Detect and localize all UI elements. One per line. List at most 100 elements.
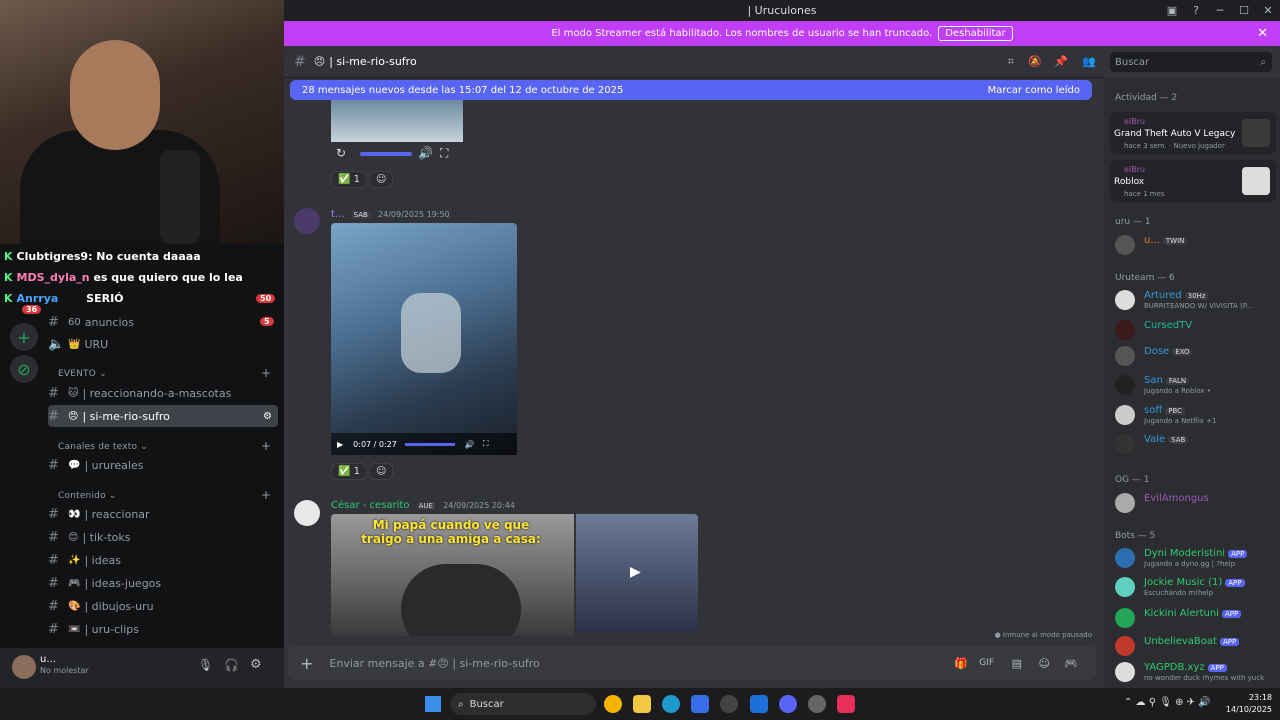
headphones-icon[interactable]: 🎧 (224, 658, 239, 672)
channel-ideas[interactable]: # ✨ | ideas (48, 549, 278, 571)
taskbar-search[interactable]: ⌕ Buscar (450, 693, 596, 715)
member-item[interactable]: Jockie Music (1) APP Escuchando m!help (1115, 575, 1275, 599)
channel-ideas-juegos[interactable]: # 🎮 | ideas-juegos (48, 572, 278, 594)
disable-streamer-button[interactable]: Deshabilitar (938, 26, 1013, 41)
channel-reaccionando-a-mascotas[interactable]: # 🐱 | reaccionando-a-mascotas (48, 382, 278, 404)
channel-reaccionar[interactable]: # 👀 | reaccionar (48, 503, 278, 525)
store-icon[interactable] (691, 695, 709, 713)
volume-slider[interactable] (360, 152, 412, 156)
file-explorer-icon[interactable] (633, 695, 651, 713)
close-window-button[interactable]: ✕ (1256, 4, 1280, 17)
discord-icon[interactable] (779, 695, 797, 713)
explore-icon[interactable]: ⊘ (10, 355, 38, 383)
fullscreen-icon[interactable]: ⛶ (483, 439, 489, 449)
windows-start-icon[interactable] (425, 696, 441, 712)
channel-tik-toks[interactable]: # 😊 | tik-toks (48, 526, 278, 548)
message-composer[interactable]: + Enviar mensaje a #😠 | si-me-rio-sufro … (288, 646, 1096, 680)
member-item[interactable]: EvilAmongus (1115, 491, 1275, 515)
fullscreen-icon[interactable]: ⛶ (440, 146, 448, 161)
mic-icon[interactable]: 🎙 (198, 658, 213, 672)
member-item[interactable]: Artured 30Hz BURRITEANDO W/ VIVISITA (P... (1115, 288, 1275, 312)
help-icon[interactable]: ? (1184, 4, 1208, 17)
tray-icons[interactable]: ⌃ ☁ ⚲ 🎙 ⊕ ✈ 🔊 (1124, 697, 1211, 708)
threads-icon[interactable]: ⌗ (1008, 55, 1014, 69)
mark-read-button[interactable]: Marcar como leído (988, 85, 1080, 96)
channel-si-me-rio-sufro[interactable]: # 😠 | si-me-rio-sufro ⚙ (48, 405, 278, 427)
channel-anuncios[interactable]: # 60 anuncios (48, 311, 278, 333)
streamer-mode-banner: El modo Streamer está habilitado. Los no… (284, 21, 1280, 46)
apps-icon[interactable]: 🎮 (1064, 657, 1078, 670)
close-icon[interactable]: ✕ (1257, 26, 1268, 41)
game-icon (1242, 119, 1270, 147)
member-item[interactable]: u... TWIN (1115, 233, 1275, 257)
speaker-icon: 🔈 (48, 336, 65, 352)
volume-icon[interactable]: 🔊 (418, 146, 433, 160)
add-channel-icon[interactable]: + (261, 439, 271, 453)
play-icon[interactable]: ▶ (337, 440, 343, 449)
pin-icon[interactable]: 📌 (1054, 55, 1068, 68)
maximize-button[interactable]: ☐ (1232, 4, 1256, 17)
channel-uru-voice[interactable]: 🔈 👑 URU (48, 333, 278, 355)
new-messages-bar[interactable]: 28 mensajes nuevos desde las 15:07 del 1… (290, 80, 1092, 100)
add-attachment-icon[interactable]: + (300, 654, 313, 673)
avatar[interactable] (294, 208, 320, 234)
video-thumbnail[interactable]: ▶ (576, 514, 698, 632)
mute-icon[interactable]: 🔕 (1028, 55, 1042, 68)
avatar[interactable] (12, 655, 36, 679)
tiktok-icon[interactable] (837, 695, 855, 713)
avatar[interactable] (294, 500, 320, 526)
member-item[interactable]: Dose EXO (1115, 344, 1275, 368)
category-contenido[interactable]: Contenido ⌄ (58, 491, 117, 501)
video-player[interactable]: ▶ 0:07 / 0:27 🔊 ⛶ (331, 223, 517, 455)
member-item[interactable]: San FALN Jugando a Roblox • (1115, 373, 1275, 397)
sticker-icon[interactable]: ▤ (1012, 657, 1022, 670)
gear-icon[interactable]: ⚙ (263, 411, 272, 422)
settings-gear-icon[interactable]: ⚙ (250, 657, 262, 672)
replay-icon[interactable]: ↻ (336, 146, 346, 160)
obs-icon[interactable] (808, 695, 826, 713)
gif-icon[interactable]: GIF (979, 658, 994, 668)
activity-card[interactable]: elBru Grand Theft Auto V Legacy hace 3 s… (1110, 112, 1276, 154)
clock[interactable]: 23:18 14/10/2025 (1226, 692, 1272, 716)
add-server-icon[interactable]: + (10, 323, 38, 351)
channel-dibujos-uru[interactable]: # 🎨 | dibujos-uru (48, 595, 278, 617)
edge-icon[interactable] (662, 695, 680, 713)
emoji-icon[interactable]: ☺ (1039, 657, 1050, 670)
minimize-button[interactable]: ─ (1208, 4, 1232, 17)
channel-uru-clips[interactable]: # 📼 | uru-clips (48, 618, 278, 640)
play-icon[interactable]: ▶ (630, 564, 641, 580)
member-item[interactable]: Kickini Alertuni APP (1115, 606, 1275, 630)
todo-icon[interactable] (750, 695, 768, 713)
member-item[interactable]: YAGPDB.xyz APP no wonder duck rhymes with … (1115, 660, 1275, 684)
volume-icon[interactable]: 🔊 (465, 440, 475, 449)
add-reaction-icon[interactable]: ☺ (369, 463, 394, 480)
member-item[interactable]: UnbelievaBoat APP (1115, 634, 1275, 658)
progress-bar[interactable] (404, 442, 455, 446)
add-reaction-icon[interactable]: ☺ (369, 171, 394, 188)
members-icon[interactable]: 👥 (1082, 55, 1096, 68)
add-channel-icon[interactable]: + (261, 488, 271, 502)
role-header: Uruteam — 6 (1115, 273, 1175, 283)
chatgpt-icon[interactable] (720, 695, 738, 713)
add-channel-icon[interactable]: + (261, 366, 271, 380)
gift-icon[interactable]: 🎁 (954, 657, 968, 670)
reaction-check[interactable]: ✅ 1 (331, 171, 368, 188)
message-input[interactable]: Enviar mensaje a #😠 | si-me-rio-sufro (329, 657, 539, 670)
overlay-chat-line: K Clubtigres9: No cuenta daaaa (4, 250, 201, 263)
member-item[interactable]: Vale SAB (1115, 432, 1275, 456)
member-item[interactable]: Dyni Moderistini APP Jugando a dyno.gg | ?… (1115, 546, 1275, 570)
video-thumbnail[interactable] (331, 100, 463, 142)
video-controls: ▶ 0:07 / 0:27 🔊 ⛶ (331, 433, 517, 455)
video-thumbnail[interactable]: Mi papá cuando ve que traigo a una amiga… (331, 514, 574, 636)
channel-urureales[interactable]: # 💬 | urureales (48, 454, 278, 476)
inbox-icon[interactable]: ▣ (1160, 4, 1184, 17)
category-evento[interactable]: EVENTO ⌄ (58, 369, 107, 379)
role-header: uru — 1 (1115, 217, 1151, 227)
chrome-icon[interactable] (604, 695, 622, 713)
member-item[interactable]: CursedTV (1115, 318, 1275, 342)
search-input[interactable]: Buscar ⌕ (1110, 52, 1272, 72)
member-item[interactable]: soff PBC Jugando a Netflix +1 (1115, 403, 1275, 427)
activity-card[interactable]: elBru Roblox hace 1 mes (1110, 160, 1276, 202)
category-canales[interactable]: Canales de texto ⌄ (58, 442, 148, 452)
reaction-check[interactable]: ✅ 1 (331, 463, 368, 480)
